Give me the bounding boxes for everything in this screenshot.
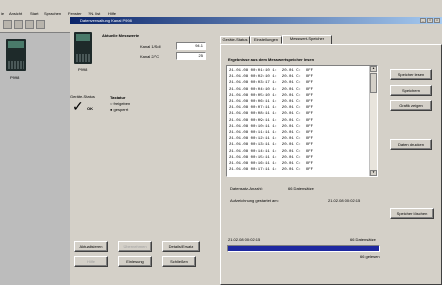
toolbar	[0, 17, 70, 33]
list-item[interactable]: 21.01.08 00:06:11 1: 20.01 C: OFF	[229, 99, 313, 105]
menu-bar: ie Ansicht Start Sprachen Fenster ?N. li…	[0, 10, 442, 17]
list-item[interactable]: 21.01.08 00:11:11 1: 20.01 C: OFF	[229, 130, 313, 136]
keyboard-option-locked-label: gesperrt	[113, 107, 129, 112]
count-value: 66 Datensätze	[288, 186, 314, 191]
memory-listbox[interactable]: 21.01.08 00:01:10 1: 20.01 C: OFF 21.01.0…	[226, 65, 378, 177]
menu-item-ansicht[interactable]: Ansicht	[9, 11, 22, 16]
list-item[interactable]: 21.01.08 00:13:11 1: 20.01 C: OFF	[229, 142, 313, 148]
list-item[interactable]: 21.01.08 00:07:11 1: 20.01 C: OFF	[229, 105, 313, 111]
close-icon[interactable]: x	[434, 18, 440, 23]
memory-scrollbar[interactable]: ▲ ▼	[369, 66, 377, 176]
count-label: Datensatz-Anzahl:	[230, 186, 263, 191]
list-item[interactable]: 21.01.08 00:15:11 1: 20.01 C: OFF	[229, 155, 313, 161]
list-item[interactable]: 21.01.08 00:03:17 1: 20.01 C: OFF	[229, 80, 313, 86]
speicher-lesen-button[interactable]: Speicher lesen	[390, 69, 432, 80]
progress-right-label: 66 Datensätze	[350, 237, 376, 242]
device-image	[74, 32, 92, 64]
menu-item-fenster[interactable]: Fenster	[68, 11, 82, 16]
checkmark-icon: ✓	[72, 98, 84, 114]
schliessen-button[interactable]: Schließen	[162, 256, 196, 267]
list-item[interactable]: 21.01.08 00:17:11 1: 20.01 C: OFF	[229, 167, 313, 173]
list-item[interactable]: 21.01.08 00:12:11 1: 20.01 C: OFF	[229, 136, 313, 142]
tab-einstellungen[interactable]: Einstellungen	[250, 36, 282, 44]
speicher-loeschen-button[interactable]: Speicher löschen	[390, 208, 434, 219]
sidebar-device-label: P998	[10, 75, 20, 80]
kanal1-label: Kanal 1/Sdl	[140, 44, 161, 49]
keyboard-option-free-label: freigeben	[113, 101, 131, 106]
progress-fill	[228, 246, 379, 251]
progress-left-label: 21.02.08 00:02:15	[228, 237, 261, 242]
list-item[interactable]: 21.01.08 00:16:11 1: 20.01 C: OFF	[229, 161, 313, 167]
help-icon[interactable]	[36, 20, 45, 29]
list-item[interactable]: 21.01.08 00:10:11 1: 20.01 C: OFF	[229, 124, 313, 130]
list-item[interactable]: 21.01.08 00:14:11 1: 20.01 C: OFF	[229, 149, 313, 155]
menu-item-nlist[interactable]: ?N. list	[88, 11, 100, 16]
memory-heading: Ergebnisse aus dem Messwertspeicher lese…	[228, 57, 315, 62]
scroll-up-icon[interactable]: ▲	[370, 66, 377, 72]
daten-drucken-button[interactable]: Daten drucken	[390, 139, 432, 150]
connect-icon[interactable]	[14, 20, 23, 29]
details-button[interactable]: Details/Ersatz	[162, 241, 200, 252]
scroll-down-icon[interactable]: ▼	[370, 170, 377, 176]
hilfe-button[interactable]: Hilfe	[74, 256, 108, 267]
scroll-thumb[interactable]	[370, 73, 377, 93]
device-status-text: OK	[87, 106, 93, 111]
einlesung-button[interactable]: Einlesung	[118, 256, 152, 267]
keyboard-option-locked[interactable]: ● gesperrt	[110, 107, 128, 112]
minimize-icon[interactable]: _	[420, 18, 426, 23]
start-value: 21.02.08 00:02:15	[328, 198, 361, 203]
window-title: Datenverwaltung Kanal P998	[80, 18, 132, 23]
device-thumbnail[interactable]	[6, 39, 26, 71]
list-item[interactable]: 21.01.08 00:02:10 1: 20.01 C: OFF	[229, 74, 313, 80]
menu-item-sprachen[interactable]: Sprachen	[44, 11, 61, 16]
progress-bar	[227, 245, 380, 252]
keyboard-option-free[interactable]: ○ freigeben	[110, 101, 130, 106]
device-label: P998	[78, 67, 88, 72]
device-icon[interactable]	[3, 20, 12, 29]
progress-status: 66 gelesen	[360, 254, 380, 259]
kanal1-value: 94.1	[176, 42, 206, 50]
grafik-zeigen-button[interactable]: Grafik zeigen	[390, 100, 432, 111]
menu-item-hilfe[interactable]: Hilfe	[108, 11, 116, 16]
tab-geraete-status[interactable]: Geräte-Status	[220, 36, 250, 44]
list-item[interactable]: 21.01.08 00:01:10 1: 20.01 C: OFF	[229, 68, 313, 74]
start-label: Aufzeichnung gestartet am:	[230, 198, 279, 203]
keyboard-group-title: Tastatur	[110, 95, 126, 100]
list-item[interactable]: 21.01.08 00:04:10 1: 20.01 C: OFF	[229, 87, 313, 93]
device-sidebar: P998	[0, 33, 71, 285]
list-item[interactable]: 21.01.08 00:05:10 1: 20.01 C: OFF	[229, 93, 313, 99]
maximize-icon[interactable]: □	[427, 18, 433, 23]
window-titlebar: Datenverwaltung Kanal P998 _ □ x	[70, 17, 442, 24]
current-values-title: Aktuelle Messwerte	[102, 33, 140, 38]
aktualisieren-button[interactable]: Aktualisieren	[74, 241, 108, 252]
speichern-button[interactable]: Speichern	[390, 85, 432, 96]
menu-item-0[interactable]: ie	[1, 11, 4, 16]
kanal2-label: Kanal 2/°C	[140, 54, 160, 59]
main-panel: P998 Aktuelle Messwerte Kanal 1/Sdl 94.1…	[70, 24, 442, 285]
uebernehmen-button[interactable]: Übernehmen	[118, 241, 152, 252]
settings-icon[interactable]	[25, 20, 34, 29]
list-item[interactable]: 21.01.08 00:08:11 1: 20.01 C: OFF	[229, 111, 313, 117]
list-item[interactable]: 21.01.08 00:09:11 1: 20.01 C: OFF	[229, 118, 313, 124]
kanal2-value: 25	[176, 52, 206, 60]
menu-item-start[interactable]: Start	[30, 11, 38, 16]
